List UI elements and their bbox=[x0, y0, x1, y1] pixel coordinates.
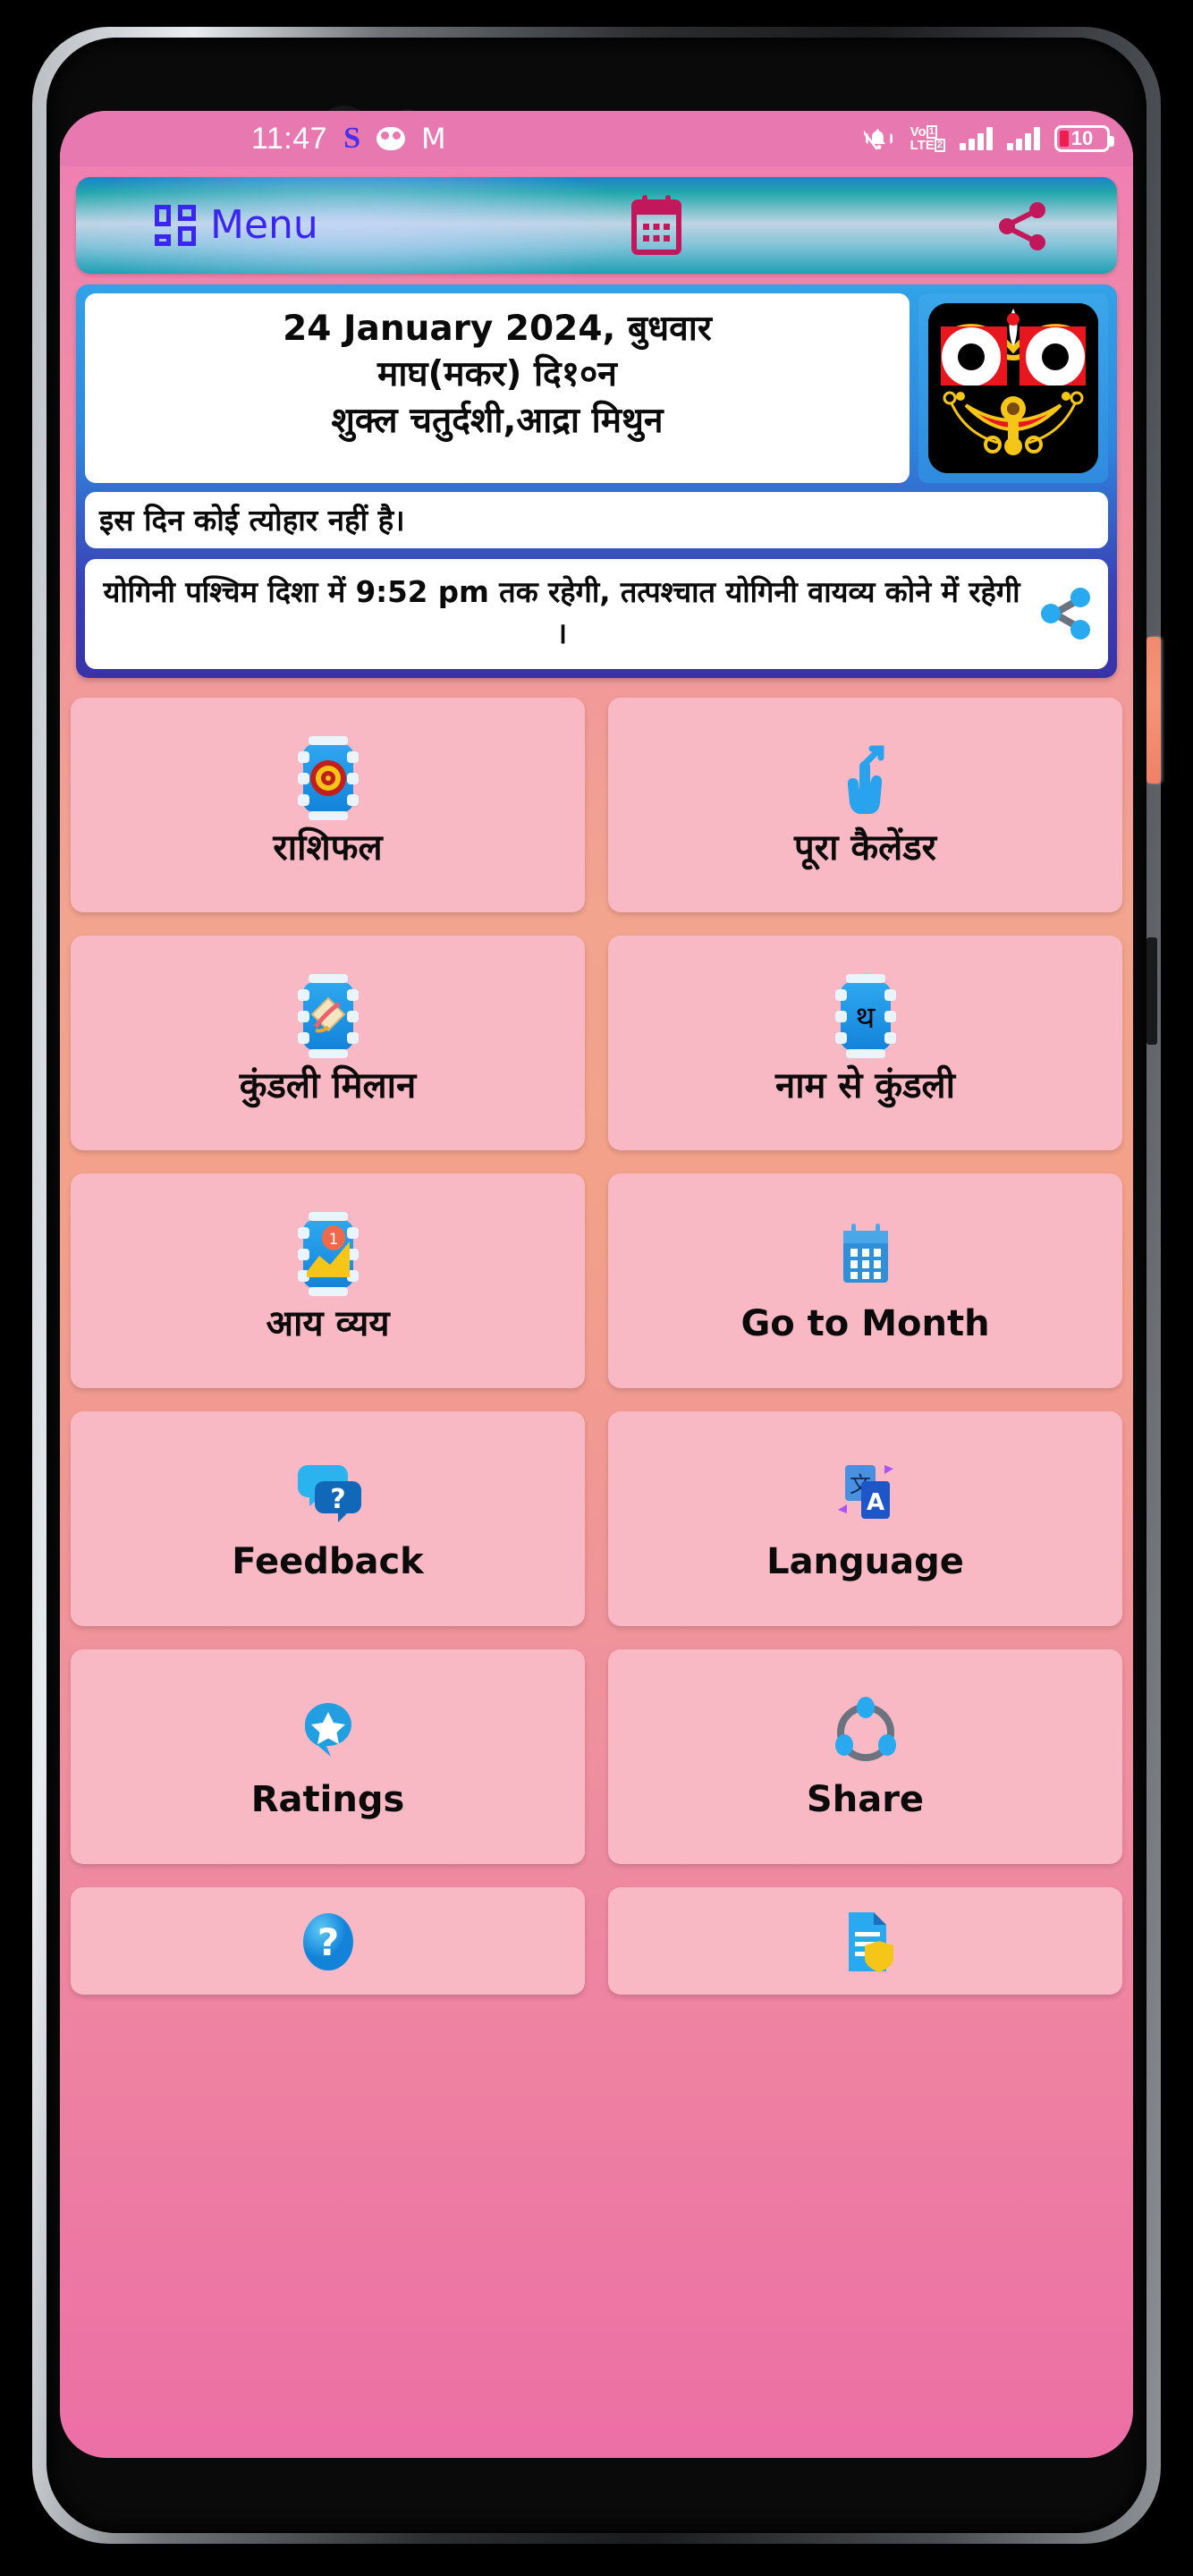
svg-text:?: ? bbox=[317, 1920, 338, 1964]
tile-label: राशिफल bbox=[273, 826, 383, 869]
battery-indicator: 10 bbox=[1054, 125, 1114, 152]
deity-image-wrap bbox=[918, 293, 1108, 483]
day-info-top-row: 24 January 2024, बुधवार माघ(मकर) दि१०न श… bbox=[85, 293, 1108, 483]
tile-income-expense[interactable]: 1 आय व्यय bbox=[71, 1173, 585, 1388]
calendar-icon bbox=[842, 1223, 888, 1283]
date-line-tithi: शुक्ल चतुर्दशी,आद्रा मिथुन bbox=[331, 400, 664, 441]
yogini-text: योगिनी पश्चिम दिशा में 9:52 pm तक रहेगी,… bbox=[103, 575, 1020, 651]
volte-icon: Vo 1 LTE 2 bbox=[910, 125, 945, 152]
tile-label: Go to Month bbox=[740, 1302, 990, 1344]
tile-feedback[interactable]: ? Feedback bbox=[71, 1411, 585, 1626]
tile-privacy-policy[interactable] bbox=[608, 1886, 1122, 1995]
translate-icon: 文 A bbox=[837, 1464, 893, 1519]
zodiac-wheel-icon bbox=[292, 735, 365, 820]
menu-button-label: Menu bbox=[210, 202, 318, 248]
signal-sim1-icon bbox=[960, 127, 993, 150]
status-bar-left: 11:47 S M bbox=[251, 122, 446, 156]
tile-label: आय व्यय bbox=[266, 1302, 390, 1344]
menu-tiles-grid: राशिफल पूरा कैलेंडर कुंडली मिलान थ नाम स… bbox=[60, 678, 1133, 1995]
power-button[interactable] bbox=[1146, 637, 1161, 784]
date-box: 24 January 2024, बुधवार माघ(मकर) दि१०न श… bbox=[85, 293, 910, 483]
volume-button[interactable] bbox=[1146, 937, 1157, 1045]
jagannath-face-image bbox=[928, 303, 1098, 473]
tile-label: पूरा कैलेंडर bbox=[794, 826, 936, 869]
svg-text:1: 1 bbox=[328, 1231, 338, 1249]
status-bar: 11:47 S M Vo 1 LTE 2 10 bbox=[60, 111, 1133, 166]
tile-help[interactable]: ? bbox=[71, 1886, 585, 1995]
share-circle-icon bbox=[834, 1696, 896, 1761]
tile-kundali-by-name[interactable]: थ नाम से कुंडली bbox=[608, 935, 1122, 1150]
date-line-hindu-month: माघ(मकर) दि१०न bbox=[377, 354, 617, 395]
tile-language[interactable]: 文 A Language bbox=[608, 1411, 1122, 1626]
status-bar-right: Vo 1 LTE 2 10 bbox=[863, 124, 1114, 153]
tile-label: Language bbox=[766, 1540, 964, 1582]
sim1-badge: 1 bbox=[926, 125, 937, 139]
battery-percent-label: 10 bbox=[1070, 127, 1094, 149]
day-info-card: 24 January 2024, बुधवार माघ(मकर) दि१०न श… bbox=[76, 284, 1117, 678]
volte-label-lte: LTE bbox=[910, 138, 935, 153]
bell-off-icon bbox=[863, 129, 893, 150]
tile-share[interactable]: Share bbox=[608, 1648, 1122, 1864]
festival-box: इस दिन कोई त्योहार नहीं है। bbox=[85, 492, 1108, 549]
festival-text: इस दिन कोई त्योहार नहीं है। bbox=[99, 503, 405, 538]
star-bubble-icon bbox=[304, 1702, 351, 1757]
tile-ratings[interactable]: Ratings bbox=[71, 1648, 585, 1864]
sim2-badge: 2 bbox=[934, 139, 945, 152]
privacy-policy-icon bbox=[848, 1911, 893, 1972]
snapchat-s-icon: S bbox=[343, 122, 360, 155]
name-letter-icon: थ bbox=[829, 973, 902, 1058]
tile-label: Share bbox=[806, 1778, 925, 1820]
tile-go-to-month[interactable]: Go to Month bbox=[608, 1173, 1122, 1388]
tile-rashifal[interactable]: राशिफल bbox=[71, 697, 585, 912]
tile-label: नाम से कुंडली bbox=[775, 1064, 955, 1106]
svg-text:A: A bbox=[866, 1489, 884, 1516]
gmail-m-icon: M bbox=[420, 122, 446, 156]
grid-icon bbox=[155, 205, 196, 246]
calendar-icon[interactable] bbox=[630, 195, 682, 256]
pointing-hand-icon bbox=[847, 745, 884, 814]
tile-kundali-milan[interactable]: कुंडली मिलान bbox=[71, 935, 585, 1150]
svg-text:?: ? bbox=[330, 1484, 345, 1515]
share-icon[interactable] bbox=[997, 200, 1049, 252]
help-question-icon: ? bbox=[302, 1912, 353, 1970]
status-clock: 11:47 bbox=[251, 122, 328, 156]
signal-sim2-icon bbox=[1007, 127, 1040, 150]
tile-label: Feedback bbox=[232, 1540, 424, 1582]
share-icon[interactable] bbox=[1038, 586, 1094, 641]
horoscope-match-icon bbox=[292, 973, 365, 1058]
date-line-gregorian: 24 January 2024, बुधवार bbox=[283, 309, 712, 349]
tile-full-calendar[interactable]: पूरा कैलेंडर bbox=[608, 697, 1122, 912]
phone-frame: 11:47 S M Vo 1 LTE 2 10 Menu 24 January … bbox=[0, 0, 1193, 2576]
phone-screen: 11:47 S M Vo 1 LTE 2 10 Menu 24 January … bbox=[60, 111, 1133, 2458]
top-menu-bar: Menu bbox=[76, 177, 1117, 274]
owl-icon bbox=[376, 127, 405, 150]
yogini-box: योगिनी पश्चिम दिशा में 9:52 pm तक रहेगी,… bbox=[85, 559, 1108, 669]
tile-label: कुंडली मिलान bbox=[239, 1064, 417, 1106]
income-expense-chart-icon: 1 bbox=[292, 1211, 365, 1296]
tile-label: Ratings bbox=[250, 1778, 405, 1820]
menu-button[interactable]: Menu bbox=[155, 205, 318, 246]
chat-question-icon: ? bbox=[297, 1464, 361, 1522]
